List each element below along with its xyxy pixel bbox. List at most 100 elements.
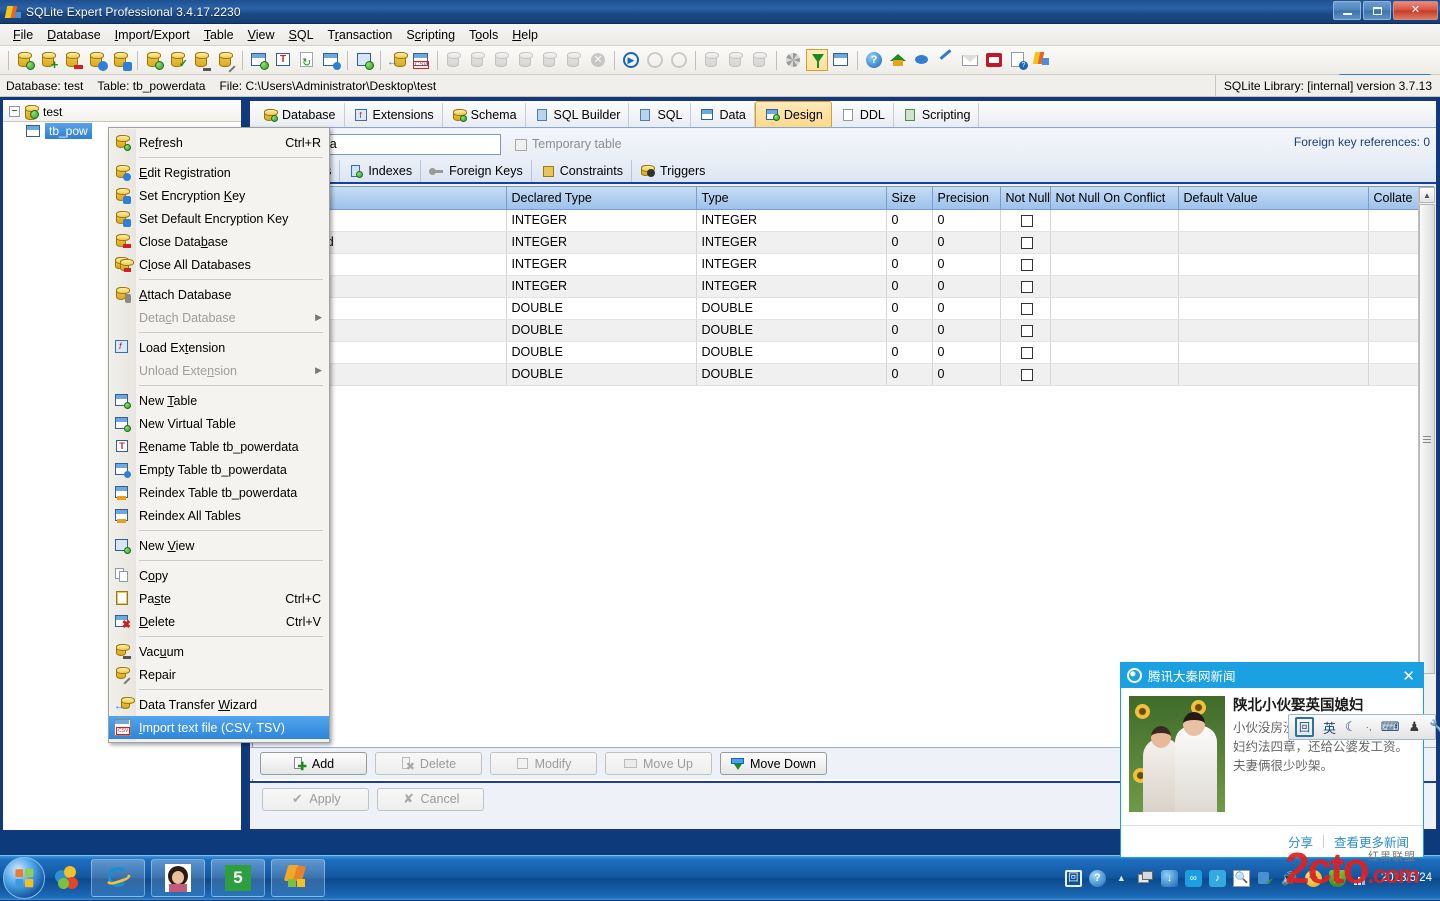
cell-not-null[interactable] — [1000, 341, 1051, 364]
cell-collate[interactable] — [1368, 363, 1422, 386]
cell-default-value[interactable] — [1178, 363, 1369, 386]
cell-not-null-on-conflict[interactable] — [1050, 297, 1179, 320]
menu-transaction[interactable]: Transaction — [321, 25, 400, 45]
menu-database[interactable]: Database — [40, 25, 108, 45]
tab-design[interactable]: Design — [754, 101, 832, 127]
cell-size[interactable]: 0 — [886, 275, 933, 298]
subtab-indexes[interactable]: Indexes — [340, 159, 422, 182]
context-menu-item-refresh[interactable]: Refresh Ctrl+R — [109, 131, 329, 154]
tab-extensions[interactable]: f Extensions — [345, 103, 443, 127]
context-menu-item-data-transfer-wizard[interactable]: ↔ Data Transfer Wizard — [109, 693, 329, 716]
menu-scripting[interactable]: Scripting — [399, 25, 462, 45]
menu-file[interactable]: File — [6, 25, 40, 45]
cell-declared-type[interactable]: INTEGER — [506, 275, 697, 298]
home-page-icon[interactable] — [887, 49, 909, 71]
cell-not-null-on-conflict[interactable] — [1050, 363, 1179, 386]
col-header-size[interactable]: Size — [886, 187, 933, 210]
context-menu-item-reindex-all-tables[interactable]: Reindex All Tables — [109, 504, 329, 527]
subtab-foreign-keys[interactable]: Foreign Keys — [421, 159, 532, 182]
context-menu-item-set-default-encryption-key[interactable]: Set Default Encryption Key — [109, 207, 329, 230]
table-row[interactable]: PowerAve DOUBLE DOUBLE 0 0 — [253, 363, 1422, 386]
cell-default-value[interactable] — [1178, 319, 1369, 342]
new-database-icon[interactable]: + — [38, 49, 60, 71]
context-menu-item-load-extension[interactable]: f Load Extension — [109, 336, 329, 359]
cell-type[interactable]: DOUBLE — [696, 297, 887, 320]
cell-not-null-on-conflict[interactable] — [1050, 231, 1179, 254]
delete-button[interactable]: ✖ Delete — [375, 752, 482, 775]
cell-declared-type[interactable]: INTEGER — [506, 209, 697, 232]
cancel-button[interactable]: ✘ Cancel — [377, 787, 484, 811]
not-null-checkbox[interactable] — [1021, 346, 1033, 359]
cell-size[interactable]: 0 — [886, 209, 933, 232]
cell-precision[interactable]: 0 — [932, 209, 1001, 232]
context-menu-item-copy[interactable]: Copy — [109, 564, 329, 587]
taskbar-item-sqlite-expert[interactable] — [271, 859, 325, 897]
feedback-icon[interactable] — [935, 49, 957, 71]
not-null-checkbox[interactable] — [1021, 258, 1033, 271]
database-settings-icon[interactable] — [86, 49, 108, 71]
cell-not-null-on-conflict[interactable] — [1050, 275, 1179, 298]
context-menu-item-delete[interactable]: ✖ Delete Ctrl+V — [109, 610, 329, 633]
search-tray-icon[interactable]: 🔍 — [1232, 870, 1250, 887]
context-menu-item-new-virtual-table[interactable]: New Virtual Table — [109, 412, 329, 435]
new-view-icon[interactable] — [353, 49, 375, 71]
subtab-triggers[interactable]: Triggers — [632, 160, 713, 182]
cell-precision[interactable]: 0 — [932, 319, 1001, 342]
tab-ddl[interactable]: DDL — [832, 103, 894, 127]
cell-size[interactable]: 0 — [886, 231, 933, 254]
context-menu-item-edit-registration[interactable]: Edit Registration — [109, 161, 329, 184]
cell-not-null[interactable] — [1000, 275, 1051, 298]
ime-logo-icon[interactable]: 回 — [1295, 717, 1314, 737]
col-header-not-null[interactable]: Not Null — [1000, 187, 1051, 210]
ime-tray-icon[interactable]: 回 — [1064, 870, 1082, 887]
context-menu-item-attach-database[interactable]: Attach Database — [109, 283, 329, 306]
attach-database-icon[interactable] — [143, 49, 165, 71]
cell-default-value[interactable] — [1178, 297, 1369, 320]
col-header-not-null-on-conflict[interactable]: Not Null On Conflict — [1050, 187, 1179, 210]
cell-not-null-on-conflict[interactable] — [1050, 341, 1179, 364]
cancel-all-icon[interactable]: ✕ — [587, 49, 609, 71]
cell-precision[interactable]: 0 — [932, 253, 1001, 276]
col-header-collate[interactable]: Collate — [1368, 187, 1422, 210]
menu-tools[interactable]: Tools — [462, 25, 505, 45]
not-null-checkbox[interactable] — [1021, 324, 1033, 337]
tab-database[interactable]: Database — [254, 103, 345, 127]
cell-not-null[interactable] — [1000, 231, 1051, 254]
menu-table[interactable]: Table — [197, 25, 241, 45]
open-database-icon[interactable] — [14, 49, 36, 71]
cell-not-null-on-conflict[interactable] — [1050, 209, 1179, 232]
cell-size[interactable]: 0 — [886, 341, 933, 364]
subtab-constraints[interactable]: Constraints — [532, 159, 632, 182]
cell-collate[interactable] — [1368, 275, 1422, 298]
cancel-record-icon[interactable] — [563, 49, 585, 71]
col-header-declared-type[interactable]: Declared Type — [506, 187, 697, 210]
cell-not-null-on-conflict[interactable] — [1050, 319, 1179, 342]
tab-scripting[interactable]: Scripting — [894, 103, 980, 127]
register-icon[interactable] — [1031, 49, 1053, 71]
context-menu-item-repair[interactable]: Repair — [109, 663, 329, 686]
cell-type[interactable]: INTEGER — [696, 209, 887, 232]
commit-icon[interactable] — [644, 49, 666, 71]
move-up-button[interactable]: Move Up — [605, 752, 712, 775]
cell-declared-type[interactable]: DOUBLE — [506, 363, 697, 386]
table-row[interactable]: TorqueData DOUBLE DOUBLE 0 0 — [253, 319, 1422, 342]
context-menu-item-reindex-table[interactable]: Reindex Table tb_powerdata — [109, 481, 329, 504]
cell-declared-type[interactable]: DOUBLE — [506, 297, 697, 320]
cell-declared-type[interactable]: DOUBLE — [506, 341, 697, 364]
modify-button[interactable]: Modify — [490, 752, 597, 775]
menu-view[interactable]: View — [241, 25, 282, 45]
cell-default-value[interactable] — [1178, 341, 1369, 364]
index-tool-icon[interactable] — [701, 49, 723, 71]
first-record-icon[interactable] — [515, 49, 537, 71]
cell-collate[interactable] — [1368, 253, 1422, 276]
cell-precision[interactable]: 0 — [932, 363, 1001, 386]
verify-database-icon[interactable]: ✓ — [167, 49, 189, 71]
not-null-checkbox[interactable] — [1021, 368, 1033, 381]
col-header-default-value[interactable]: Default Value — [1178, 187, 1369, 210]
context-menu-item-close-all-databases[interactable]: Close All Databases — [109, 253, 329, 276]
purchase-icon[interactable] — [983, 49, 1005, 71]
cell-not-null[interactable] — [1000, 209, 1051, 232]
news-popup-close-icon[interactable]: ✕ — [1402, 667, 1415, 685]
table-row[interactable]: Time INTEGER INTEGER 0 0 — [253, 275, 1422, 298]
start-button[interactable] — [3, 857, 45, 899]
